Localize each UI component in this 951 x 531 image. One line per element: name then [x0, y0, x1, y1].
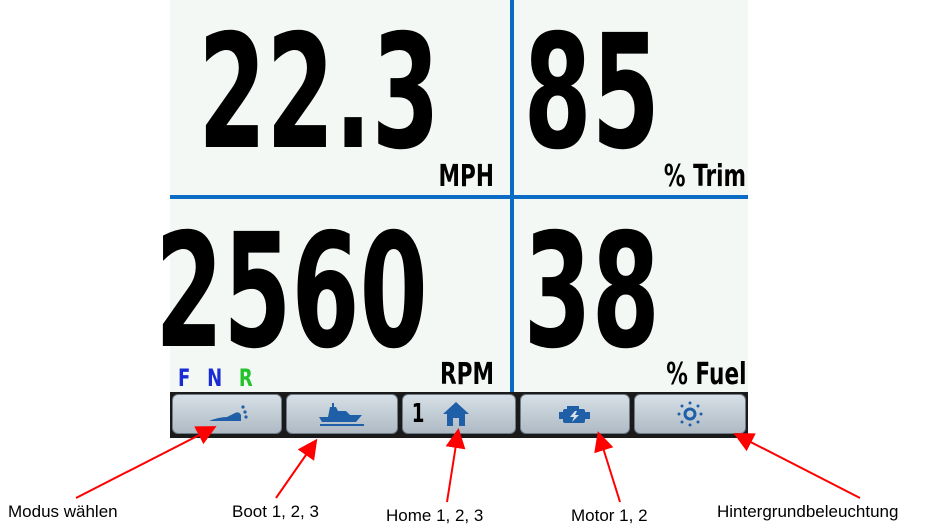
boat-arrow: [275, 438, 318, 499]
callout-home: Home 1, 2, 3: [386, 506, 484, 525]
callout-motor: Motor 1, 2: [571, 506, 648, 525]
callout-arrows: [75, 426, 861, 503]
callout-boat: Boot 1, 2, 3: [232, 502, 319, 521]
motor-arrow: [594, 431, 621, 503]
mode-arrow: [75, 426, 217, 499]
backlight-arrow: [733, 433, 861, 499]
home-arrow: [445, 428, 466, 503]
callout-mode: Modus wählen: [8, 502, 118, 521]
callout-backlight: Hintergrundbeleuchtung: [717, 502, 899, 521]
